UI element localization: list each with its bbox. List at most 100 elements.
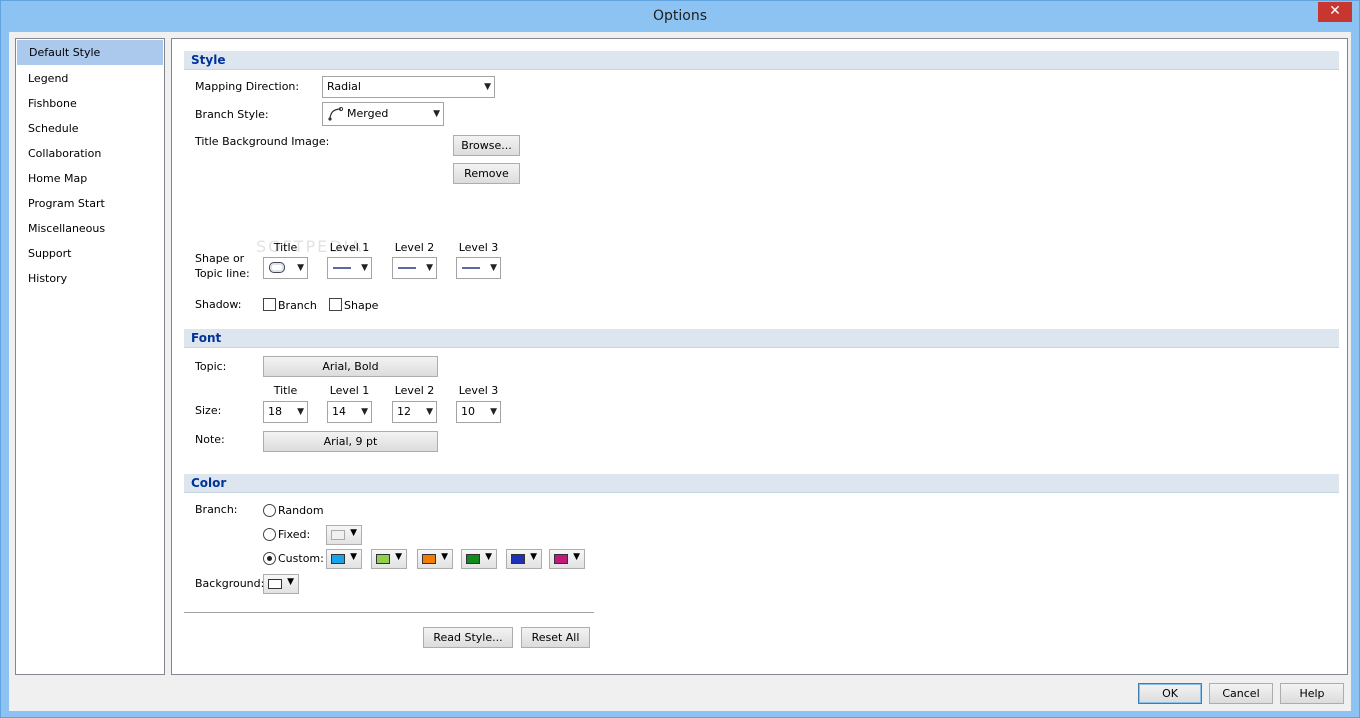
shadow-branch-checkbox[interactable] xyxy=(263,298,276,311)
note-font-button[interactable]: Arial, 9 pt xyxy=(263,431,438,452)
settings-panel: Style Mapping Direction: Radial ▼ Branch… xyxy=(171,38,1348,675)
shape-level-2-select[interactable]: ▼ xyxy=(392,257,437,279)
chevron-down-icon: ▼ xyxy=(361,263,368,273)
shape-level-2-header: Level 2 xyxy=(394,241,435,254)
dropdown-arrow-icon: ▼ xyxy=(350,552,357,562)
title-bg-image-label: Title Background Image: xyxy=(195,135,330,148)
topic-font-button[interactable]: Arial, Bold xyxy=(263,356,438,377)
category-list: Default Style Legend Fishbone Schedule C… xyxy=(15,38,165,675)
chevron-down-icon: ▼ xyxy=(490,407,497,417)
custom-color-swatch-4 xyxy=(466,554,480,564)
rounded-rect-shape-icon xyxy=(269,262,285,273)
custom-color-swatch-2 xyxy=(376,554,390,564)
branch-style-label: Branch Style: xyxy=(195,108,269,121)
chevron-down-icon: ▼ xyxy=(484,82,491,92)
custom-color-picker-2[interactable]: ▼ xyxy=(371,549,407,569)
dialog-client: Default Style Legend Fishbone Schedule C… xyxy=(9,32,1351,711)
shadow-branch-label: Branch xyxy=(278,299,317,312)
reset-all-button[interactable]: Reset All xyxy=(521,627,590,648)
branch-style-select[interactable]: Merged ▼ xyxy=(322,102,444,126)
chevron-down-icon: ▼ xyxy=(426,263,433,273)
topic-font-label: Topic: xyxy=(195,360,227,373)
sidebar-item-miscellaneous[interactable]: Miscellaneous xyxy=(16,216,164,241)
custom-color-picker-1[interactable]: ▼ xyxy=(326,549,362,569)
shape-level-1-header: Level 1 xyxy=(329,241,370,254)
dropdown-arrow-icon: ▼ xyxy=(573,552,580,562)
window-title: Options xyxy=(652,8,708,24)
sidebar-item-default-style[interactable]: Default Style xyxy=(17,40,163,65)
sidebar-item-schedule[interactable]: Schedule xyxy=(16,116,164,141)
read-style-button[interactable]: Read Style... xyxy=(423,627,513,648)
font-size-level-2-value: 12 xyxy=(397,405,411,418)
chevron-down-icon: ▼ xyxy=(361,407,368,417)
random-color-radio[interactable] xyxy=(263,504,276,517)
chevron-down-icon: ▼ xyxy=(490,263,497,273)
close-button[interactable]: ✕ xyxy=(1318,2,1352,22)
custom-color-label: Custom: xyxy=(278,552,324,565)
shadow-label: Shadow: xyxy=(195,298,242,311)
shape-topic-line-label-2: Topic line: xyxy=(195,267,250,280)
custom-color-picker-3[interactable]: ▼ xyxy=(417,549,453,569)
fixed-color-label: Fixed: xyxy=(278,528,311,541)
font-size-level-3-select[interactable]: 10 ▼ xyxy=(456,401,501,423)
random-color-label: Random xyxy=(278,504,324,517)
dropdown-arrow-icon: ▼ xyxy=(485,552,492,562)
custom-color-swatch-1 xyxy=(331,554,345,564)
shape-level-3-select[interactable]: ▼ xyxy=(456,257,501,279)
font-level-3-header: Level 3 xyxy=(458,384,499,397)
fixed-color-radio[interactable] xyxy=(263,528,276,541)
custom-color-swatch-6 xyxy=(554,554,568,564)
branch-color-label: Branch: xyxy=(195,503,238,516)
remove-button[interactable]: Remove xyxy=(453,163,520,184)
font-size-level-1-select[interactable]: 14 ▼ xyxy=(327,401,372,423)
sidebar-item-program-start[interactable]: Program Start xyxy=(16,191,164,216)
font-size-label: Size: xyxy=(195,404,222,417)
section-color-heading: Color xyxy=(184,474,1339,493)
shadow-shape-label: Shape xyxy=(344,299,379,312)
background-color-label: Background: xyxy=(195,577,265,590)
sidebar-item-home-map[interactable]: Home Map xyxy=(16,166,164,191)
shape-title-select[interactable]: ▼ xyxy=(263,257,308,279)
sidebar-item-support[interactable]: Support xyxy=(16,241,164,266)
chevron-down-icon: ▼ xyxy=(426,407,433,417)
note-font-label: Note: xyxy=(195,433,225,446)
custom-color-picker-5[interactable]: ▼ xyxy=(506,549,542,569)
background-color-swatch xyxy=(268,579,282,589)
fixed-color-swatch xyxy=(331,530,345,540)
sidebar-item-collaboration[interactable]: Collaboration xyxy=(16,141,164,166)
chevron-down-icon: ▼ xyxy=(297,407,304,417)
help-button[interactable]: Help xyxy=(1280,683,1344,704)
custom-color-swatch-5 xyxy=(511,554,525,564)
shape-level-1-select[interactable]: ▼ xyxy=(327,257,372,279)
topic-line-icon xyxy=(462,267,480,269)
custom-color-swatch-3 xyxy=(422,554,436,564)
cancel-button[interactable]: Cancel xyxy=(1209,683,1273,704)
browse-button[interactable]: Browse... xyxy=(453,135,520,156)
custom-color-picker-6[interactable]: ▼ xyxy=(549,549,585,569)
branch-curve-icon xyxy=(328,107,343,121)
shape-level-3-header: Level 3 xyxy=(458,241,499,254)
shadow-shape-checkbox[interactable] xyxy=(329,298,342,311)
mapping-direction-select[interactable]: Radial ▼ xyxy=(322,76,495,98)
sidebar-item-history[interactable]: History xyxy=(16,266,164,291)
shape-level-title-header: Title xyxy=(273,241,298,254)
section-font-heading: Font xyxy=(184,329,1339,348)
font-size-level-2-select[interactable]: 12 ▼ xyxy=(392,401,437,423)
font-size-title-select[interactable]: 18 ▼ xyxy=(263,401,308,423)
custom-color-radio[interactable] xyxy=(263,552,276,565)
dropdown-arrow-icon: ▼ xyxy=(441,552,448,562)
font-size-level-3-value: 10 xyxy=(461,405,475,418)
dropdown-arrow-icon: ▼ xyxy=(530,552,537,562)
ok-button[interactable]: OK xyxy=(1138,683,1202,704)
background-color-picker[interactable]: ▼ xyxy=(263,574,299,594)
font-level-1-header: Level 1 xyxy=(329,384,370,397)
font-level-2-header: Level 2 xyxy=(394,384,435,397)
sidebar-item-legend[interactable]: Legend xyxy=(16,66,164,91)
title-bar: Options ✕ xyxy=(1,1,1359,32)
divider xyxy=(184,612,594,613)
options-window: Options ✕ Default Style Legend Fishbone … xyxy=(0,0,1360,718)
fixed-color-picker[interactable]: ▼ xyxy=(326,525,362,545)
custom-color-picker-4[interactable]: ▼ xyxy=(461,549,497,569)
sidebar-item-fishbone[interactable]: Fishbone xyxy=(16,91,164,116)
section-style-heading: Style xyxy=(184,51,1339,70)
